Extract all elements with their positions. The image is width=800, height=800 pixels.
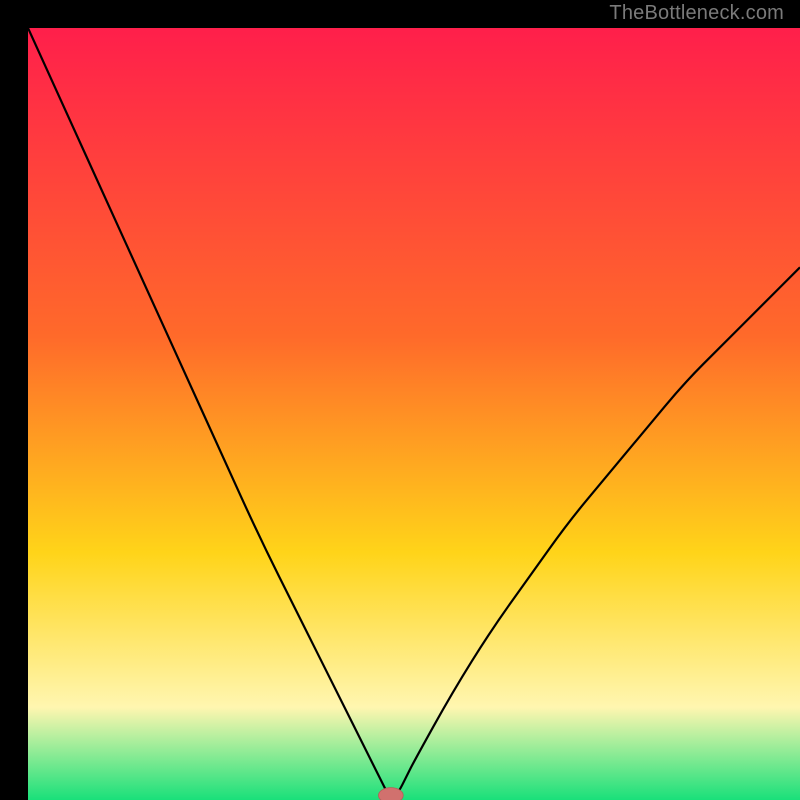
optimum-marker: [378, 788, 403, 800]
chart-frame: [14, 14, 786, 786]
watermark-text: TheBottleneck.com: [609, 2, 784, 25]
gradient-background: [28, 28, 800, 800]
bottleneck-plot: [28, 28, 800, 800]
